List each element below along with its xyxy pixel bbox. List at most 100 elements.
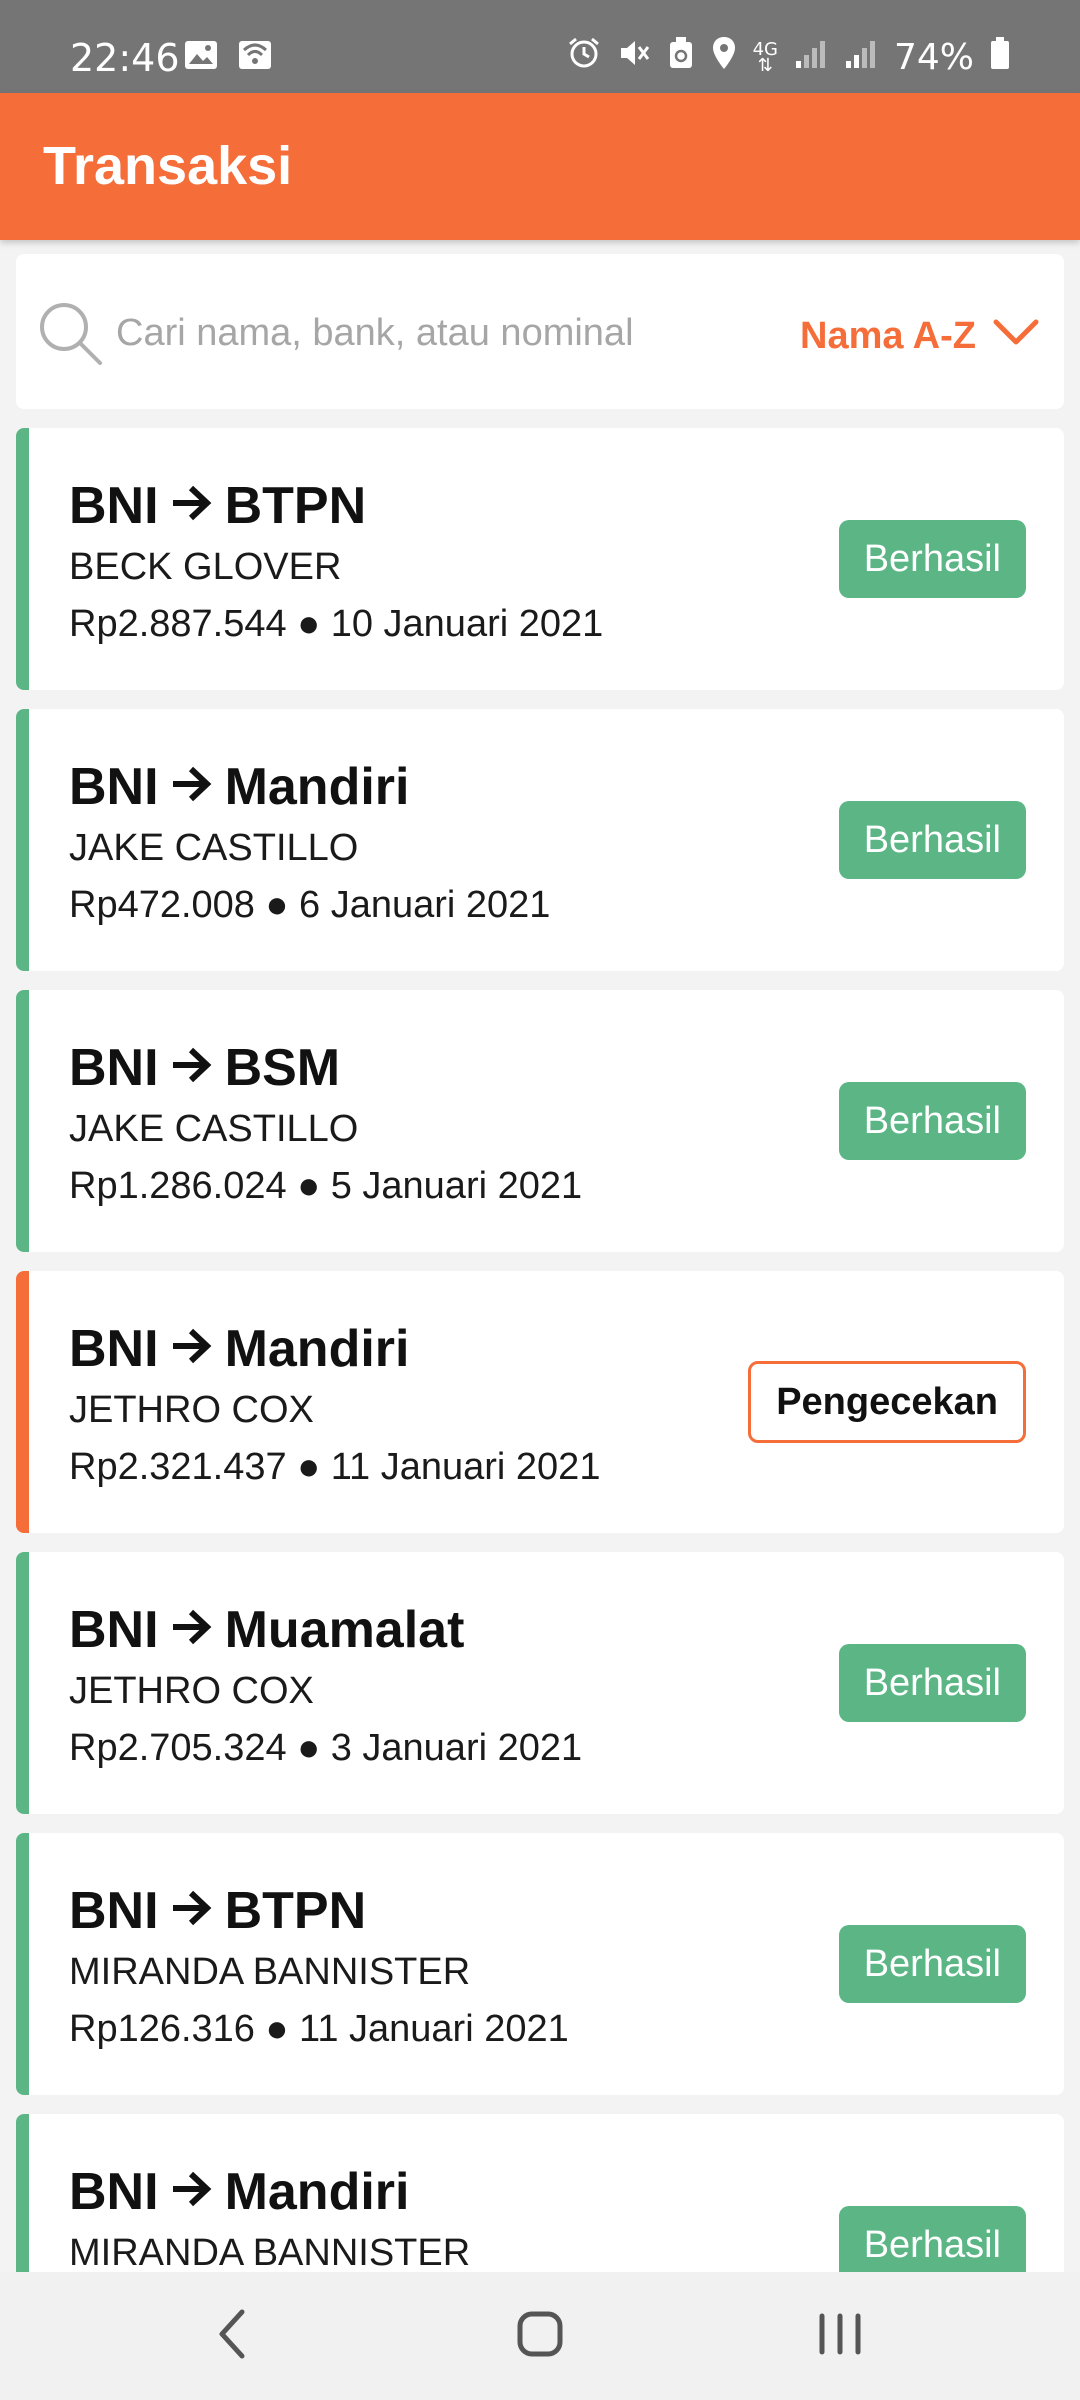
amount: Rp472.008: [69, 884, 255, 926]
bullet-separator: ●: [297, 1446, 321, 1488]
transaction-card[interactable]: BNI BTPN MIRANDA BANNISTER Rp126.316 ● 1…: [16, 1833, 1064, 2095]
recipient-name: JAKE CASTILLO: [69, 827, 359, 869]
date: 11 Januari 2021: [330, 1446, 601, 1488]
arrow-right-icon: [169, 757, 215, 817]
status-bar: 22:46 4G ⇅ 74%: [0, 0, 1080, 93]
transfer-route: BNI Mandiri: [69, 757, 409, 817]
to-bank: Muamalat: [224, 1601, 465, 1659]
transaction-meta: Rp2.705.324 ● 3 Januari 2021: [69, 1727, 582, 1770]
transaction-meta: Rp126.316 ● 11 Januari 2021: [69, 2008, 569, 2051]
date: 6 Januari 2021: [299, 884, 551, 926]
from-bank: BNI: [69, 1601, 159, 1659]
recipient-name: BECK GLOVER: [69, 546, 342, 588]
battery-percent: 74%: [893, 37, 974, 78]
status-badge: Berhasil: [838, 801, 1026, 879]
to-bank: Mandiri: [224, 1320, 410, 1378]
sort-label: Nama A-Z: [800, 314, 976, 357]
date: 3 Januari 2021: [330, 1727, 583, 1769]
transaction-meta: Rp2.887.544 ● 10 Januari 2021: [69, 603, 603, 646]
transaction-card[interactable]: BNI Mandiri JETHRO COX Rp2.321.437 ● 11 …: [16, 1271, 1064, 1533]
bullet-separator: ●: [265, 2008, 289, 2050]
status-accent-bar: [16, 428, 29, 690]
alarm-icon: [567, 36, 601, 79]
date: 11 Januari 2021: [299, 2008, 569, 2050]
status-accent-bar: [16, 990, 29, 1252]
status-badge: Berhasil: [838, 520, 1026, 598]
transaction-meta: Rp2.321.437 ● 11 Januari 2021: [69, 1446, 600, 1489]
recipient-name: JETHRO COX: [69, 1389, 314, 1431]
transaction-list: BNI BTPN BECK GLOVER Rp2.887.544 ● 10 Ja…: [16, 428, 1064, 2395]
transfer-route: BNI Mandiri: [69, 2162, 409, 2222]
from-bank: BNI: [69, 1320, 159, 1378]
amount: Rp2.705.324: [69, 1727, 287, 1769]
status-badge: Berhasil: [838, 1644, 1026, 1722]
transfer-route: BNI Muamalat: [69, 1600, 464, 1660]
transaction-card[interactable]: BNI BSM JAKE CASTILLO Rp1.286.024 ● 5 Ja…: [16, 990, 1064, 1252]
amount: Rp2.321.437: [69, 1446, 287, 1488]
transfer-route: BNI BTPN: [69, 476, 366, 536]
recipient-name: JAKE CASTILLO: [69, 1108, 359, 1150]
search-bar: Nama A-Z: [16, 254, 1064, 409]
app-bar: Transaksi: [0, 93, 1080, 240]
sort-dropdown[interactable]: Nama A-Z: [800, 306, 1040, 366]
amount: Rp1.286.024: [69, 1165, 287, 1207]
status-accent-bar: [16, 1271, 29, 1533]
status-badge: Pengecekan: [748, 1361, 1026, 1443]
image-icon: [184, 40, 218, 74]
search-input[interactable]: [114, 302, 718, 364]
to-bank: BTPN: [224, 477, 367, 535]
bullet-separator: ●: [297, 603, 321, 645]
transaction-card[interactable]: BNI Mandiri JAKE CASTILLO Rp472.008 ● 6 …: [16, 709, 1064, 971]
arrow-right-icon: [169, 2162, 215, 2222]
page-title: Transaksi: [43, 136, 293, 196]
transfer-route: BNI BTPN: [69, 1881, 366, 1941]
back-icon[interactable]: [212, 2302, 252, 2371]
amount: Rp2.887.544: [69, 603, 287, 645]
system-nav-bar: [0, 2272, 1080, 2400]
to-bank: BSM: [224, 1039, 341, 1097]
recents-icon[interactable]: [814, 2302, 866, 2371]
status-time: 22:46: [70, 36, 180, 80]
search-icon: [36, 299, 106, 374]
arrow-right-icon: [169, 1600, 215, 1660]
from-bank: BNI: [69, 1039, 159, 1097]
status-badge: Berhasil: [838, 1925, 1026, 2003]
bullet-separator: ●: [297, 1165, 321, 1207]
from-bank: BNI: [69, 477, 159, 535]
date: 5 Januari 2021: [330, 1165, 583, 1207]
transaction-card[interactable]: BNI Muamalat JETHRO COX Rp2.705.324 ● 3 …: [16, 1552, 1064, 1814]
arrow-right-icon: [169, 476, 215, 536]
network-label: 4G: [752, 38, 778, 60]
recycle-icon: [667, 36, 695, 79]
to-bank: Mandiri: [224, 2163, 410, 2221]
signal-icon-2: [844, 37, 878, 78]
home-icon[interactable]: [514, 2302, 566, 2371]
bullet-separator: ●: [297, 1727, 321, 1769]
network-4g-icon: 4G ⇅: [752, 38, 778, 76]
to-bank: BTPN: [224, 1882, 367, 1940]
arrow-right-icon: [169, 1038, 215, 1098]
mute-icon: [617, 36, 651, 79]
arrow-right-icon: [169, 1319, 215, 1379]
status-accent-bar: [16, 1833, 29, 2095]
signal-icon: [794, 37, 828, 78]
battery-icon: [990, 36, 1010, 79]
date: 10 Januari 2021: [330, 603, 604, 645]
transaction-card[interactable]: BNI BTPN BECK GLOVER Rp2.887.544 ● 10 Ja…: [16, 428, 1064, 690]
bullet-separator: ●: [265, 884, 289, 926]
status-accent-bar: [16, 709, 29, 971]
transfer-route: BNI Mandiri: [69, 1319, 409, 1379]
recipient-name: MIRANDA BANNISTER: [69, 2232, 471, 2274]
recipient-name: JETHRO COX: [69, 1670, 314, 1712]
status-accent-bar: [16, 1552, 29, 1814]
transaction-meta: Rp1.286.024 ● 5 Januari 2021: [69, 1165, 582, 1208]
arrow-right-icon: [169, 1881, 215, 1941]
status-badge: Berhasil: [838, 1082, 1026, 1160]
recipient-name: MIRANDA BANNISTER: [69, 1951, 471, 1993]
location-icon: [711, 36, 737, 79]
from-bank: BNI: [69, 2163, 159, 2221]
transfer-route: BNI BSM: [69, 1038, 340, 1098]
from-bank: BNI: [69, 758, 159, 816]
cast-icon: [238, 40, 272, 74]
amount: Rp126.316: [69, 2008, 255, 2050]
